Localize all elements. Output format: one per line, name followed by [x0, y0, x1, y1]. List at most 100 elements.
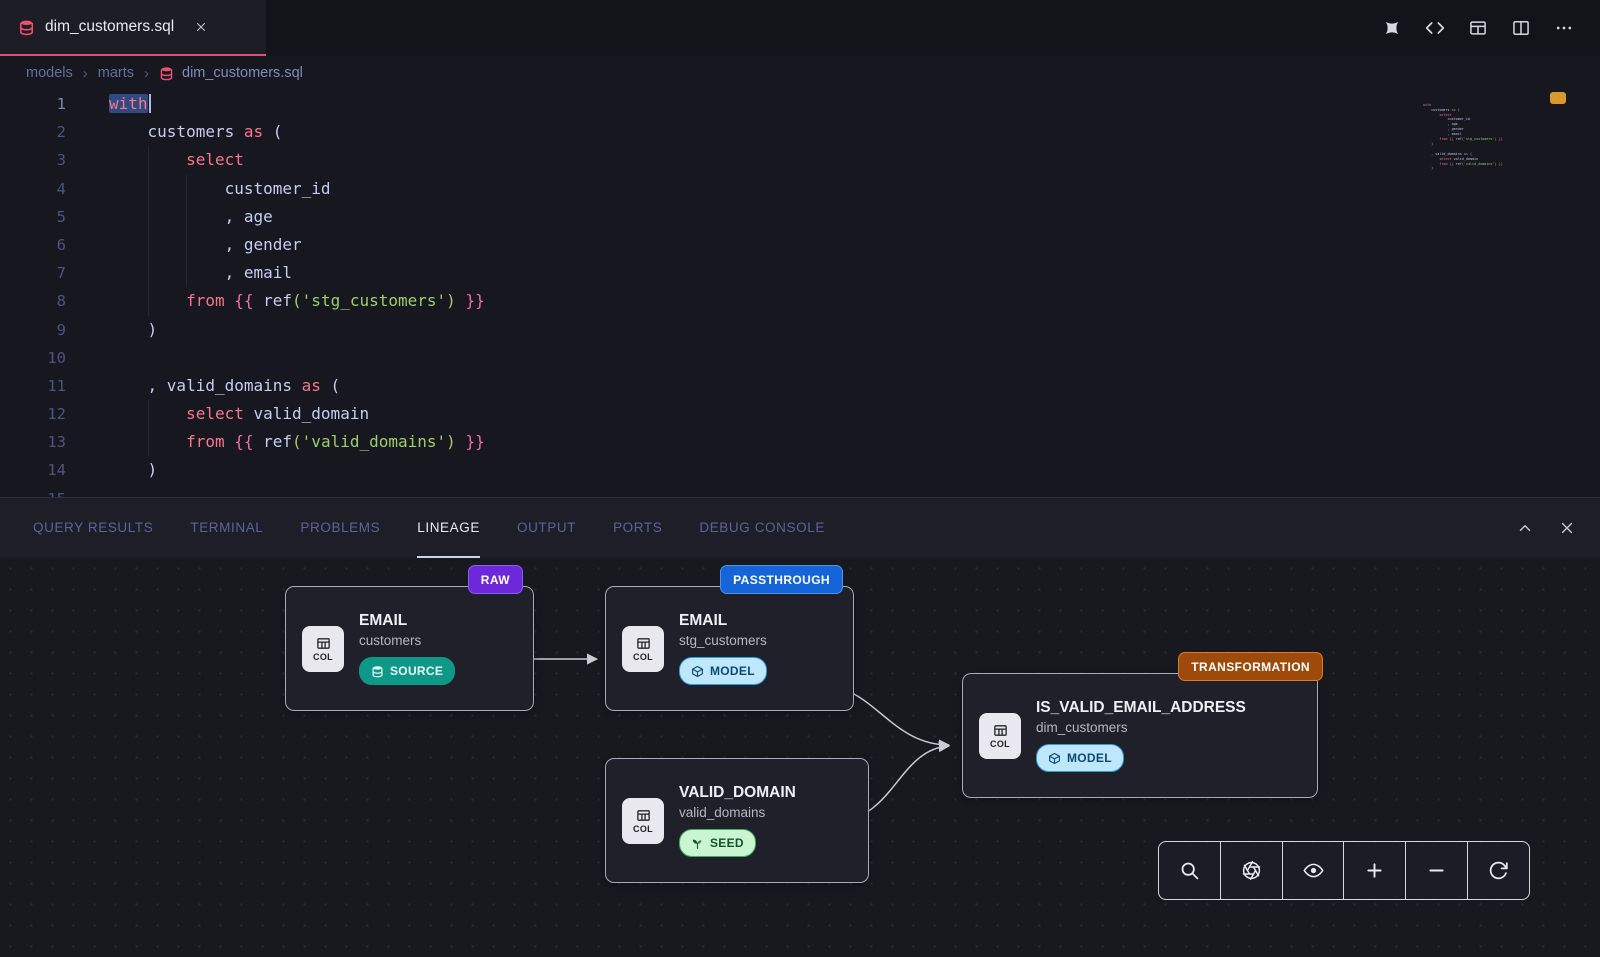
tab-close-icon[interactable]: [194, 20, 208, 34]
split-editor-icon[interactable]: [1511, 18, 1531, 38]
indent-guide: [186, 203, 187, 231]
column-chip: COL: [622, 798, 664, 844]
panel-tab-output[interactable]: OUTPUT: [517, 498, 576, 558]
panel-tab-terminal[interactable]: TERMINAL: [190, 498, 263, 558]
indent-guide: [186, 175, 187, 203]
refresh-icon: [1488, 860, 1509, 881]
minus-button[interactable]: [1406, 842, 1468, 899]
node-tag-raw: RAW: [468, 565, 523, 594]
node-badge-source: SOURCE: [359, 657, 455, 685]
code-line[interactable]: , email: [109, 259, 1600, 287]
column-chip: COL: [302, 626, 344, 672]
lineage-node-dim_customers[interactable]: TRANSFORMATIONCOLIS_VALID_EMAIL_ADDRESSd…: [962, 673, 1318, 798]
node-title: EMAIL: [679, 612, 767, 630]
code-line[interactable]: ): [109, 316, 1600, 344]
lineage-node-valid_domains[interactable]: COL VALID_DOMAIN valid_domains SEED: [605, 758, 869, 883]
database-icon: [18, 19, 35, 36]
titlebar-actions: [1382, 0, 1600, 56]
breadcrumb-file[interactable]: dim_customers.sql: [159, 65, 303, 81]
indent-guide: [148, 203, 149, 231]
line-number: 6: [0, 231, 66, 259]
code-line[interactable]: from {{ ref('stg_customers') }}: [109, 287, 1600, 315]
line-number: 5: [0, 203, 66, 231]
line-number: 7: [0, 259, 66, 287]
search-icon: [1179, 860, 1200, 881]
node-subtitle: valid_domains: [679, 805, 796, 820]
panel-actions: [1516, 498, 1600, 558]
indent-guide: [148, 287, 149, 315]
code-line[interactable]: with: [109, 90, 1600, 118]
cube-icon: [691, 665, 704, 678]
code-line[interactable]: [109, 344, 1600, 372]
grid-icon: [636, 808, 651, 823]
breadcrumb-item-marts[interactable]: marts: [98, 65, 134, 81]
node-badge-seed: SEED: [679, 829, 756, 857]
refresh-button[interactable]: [1468, 842, 1529, 899]
line-number: 12: [0, 400, 66, 428]
lineage-node-customers[interactable]: RAWCOLEMAILcustomersSOURCE: [285, 586, 534, 711]
code-icon[interactable]: [1425, 18, 1445, 38]
node-subtitle: stg_customers: [679, 633, 767, 648]
code-editor[interactable]: 123456789101112131415 with customers as …: [0, 90, 1600, 497]
line-number: 10: [0, 344, 66, 372]
panel-tab-debug-console[interactable]: DEBUG CONSOLE: [699, 498, 825, 558]
tab-label: dim_customers.sql: [45, 18, 174, 36]
table-panel-icon[interactable]: [1468, 18, 1488, 38]
database-icon: [159, 66, 174, 81]
line-number: 8: [0, 287, 66, 315]
panel-tabbar: QUERY RESULTS TERMINAL PROBLEMS LINEAGE OUTP…: [0, 497, 1600, 558]
sparkle-x-icon[interactable]: [1382, 18, 1402, 38]
panel-tab-lineage[interactable]: LINEAGE: [417, 498, 480, 558]
code-line[interactable]: select: [109, 146, 1600, 174]
code-line[interactable]: customers as (: [109, 118, 1600, 146]
eye-icon: [1303, 860, 1324, 881]
line-number: 11: [0, 372, 66, 400]
lineage-canvas[interactable]: RAW COL EMAIL customers SOURCE PASSTHROUGH COL…: [0, 558, 1600, 957]
lineage-node-stg_customers[interactable]: PASSTHROUGHCOLEMAILstg_customersMODEL: [605, 586, 854, 711]
minimap[interactable]: with customers as ( select customer_id ,…: [1423, 93, 1545, 186]
breadcrumb-item-models[interactable]: models: [26, 65, 73, 81]
panel-tab-problems[interactable]: PROBLEMS: [300, 498, 380, 558]
code-line[interactable]: , valid_domains as (: [109, 372, 1600, 400]
code-line[interactable]: from {{ ref('valid_domains') }}: [109, 428, 1600, 456]
line-number: 4: [0, 175, 66, 203]
close-icon[interactable]: [1558, 519, 1576, 537]
eye-button[interactable]: [1283, 842, 1345, 899]
node-badge-model: MODEL: [1036, 744, 1124, 772]
breadcrumb-separator: ›: [83, 65, 88, 82]
aperture-button[interactable]: [1221, 842, 1283, 899]
node-title: VALID_DOMAIN: [679, 784, 796, 802]
grid-icon: [993, 723, 1008, 738]
more-actions-icon[interactable]: [1554, 18, 1574, 38]
titlebar: dim_customers.sql: [0, 0, 1600, 56]
line-number: 3: [0, 146, 66, 174]
grid-icon: [316, 636, 331, 651]
panel-tabs: QUERY RESULTS TERMINAL PROBLEMS LINEAGE OUTP…: [33, 498, 862, 558]
panel-tab-ports[interactable]: PORTS: [613, 498, 662, 558]
minus-icon: [1426, 860, 1447, 881]
plus-icon: [1364, 860, 1385, 881]
editor-gutter: 123456789101112131415: [0, 90, 70, 497]
seedling-icon: [691, 837, 704, 850]
node-tag-passthrough: PASSTHROUGH: [720, 565, 843, 594]
code-line[interactable]: ): [109, 456, 1600, 484]
line-number: 15: [0, 485, 66, 497]
aperture-icon: [1241, 860, 1262, 881]
code-line[interactable]: [109, 485, 1600, 497]
editor-tab[interactable]: dim_customers.sql: [0, 0, 266, 56]
node-subtitle: customers: [359, 633, 455, 648]
plus-button[interactable]: [1344, 842, 1406, 899]
chevron-up-icon[interactable]: [1516, 519, 1534, 537]
code-line[interactable]: , gender: [109, 231, 1600, 259]
panel-tab-query-results[interactable]: QUERY RESULTS: [33, 498, 153, 558]
search-button[interactable]: [1159, 842, 1221, 899]
grid-icon: [636, 636, 651, 651]
code-line[interactable]: select valid_domain: [109, 400, 1600, 428]
line-number: 1: [0, 90, 66, 118]
node-title: EMAIL: [359, 612, 455, 630]
lineage-toolbar: [1158, 841, 1530, 900]
editor-code[interactable]: with customers as ( select customer_id ,…: [70, 90, 1600, 497]
code-line[interactable]: , age: [109, 203, 1600, 231]
breadcrumb-file-label: dim_customers.sql: [182, 65, 303, 81]
code-line[interactable]: customer_id: [109, 175, 1600, 203]
